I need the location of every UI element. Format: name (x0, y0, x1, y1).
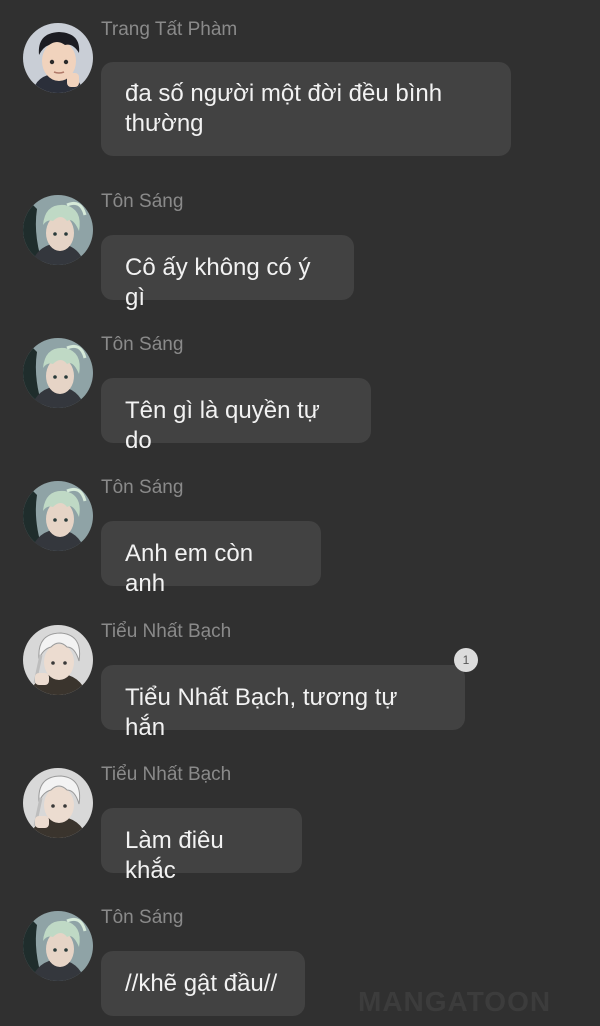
message-bubble[interactable]: Cô ấy không có ý gì (101, 235, 354, 311)
reply-count-badge[interactable]: 1 (454, 648, 478, 672)
sender-name: Tôn Sáng (101, 477, 184, 498)
sender-name: Trang Tất Phàm (101, 19, 238, 40)
message-bubble[interactable]: Tiểu Nhất Bạch, tương tự hắn (101, 665, 465, 741)
white-hair-avatar-icon (23, 768, 93, 838)
white-hair-avatar-icon (23, 625, 93, 695)
sender-name: Tiểu Nhất Bạch (101, 621, 232, 642)
green-hair-avatar-icon (23, 195, 93, 265)
sender-name: Tiểu Nhất Bạch (101, 764, 232, 785)
avatar[interactable] (23, 911, 93, 981)
sender-name: Tôn Sáng (101, 191, 184, 212)
avatar[interactable] (23, 195, 93, 265)
message-bubble[interactable]: đa số người một đời đều bình thường (101, 62, 511, 156)
message-bubble[interactable]: Anh em còn anh (101, 521, 321, 597)
avatar[interactable] (23, 23, 93, 93)
green-hair-avatar-icon (23, 481, 93, 551)
message-bubble[interactable]: //khẽ gật đầu// (101, 951, 305, 1016)
boy-face-avatar-icon (23, 23, 93, 93)
green-hair-avatar-icon (23, 338, 93, 408)
mangatoon-watermark: MANGATOON (358, 986, 552, 1017)
message-bubble[interactable]: Tên gì là quyền tự do (101, 378, 371, 454)
avatar[interactable] (23, 625, 93, 695)
avatar[interactable] (23, 481, 93, 551)
avatar[interactable] (23, 768, 93, 838)
avatar[interactable] (23, 338, 93, 408)
message-bubble[interactable]: Làm điêu khắc (101, 808, 302, 884)
green-hair-avatar-icon (23, 911, 93, 981)
sender-name: Tôn Sáng (101, 907, 184, 928)
sender-name: Tôn Sáng (101, 334, 184, 355)
